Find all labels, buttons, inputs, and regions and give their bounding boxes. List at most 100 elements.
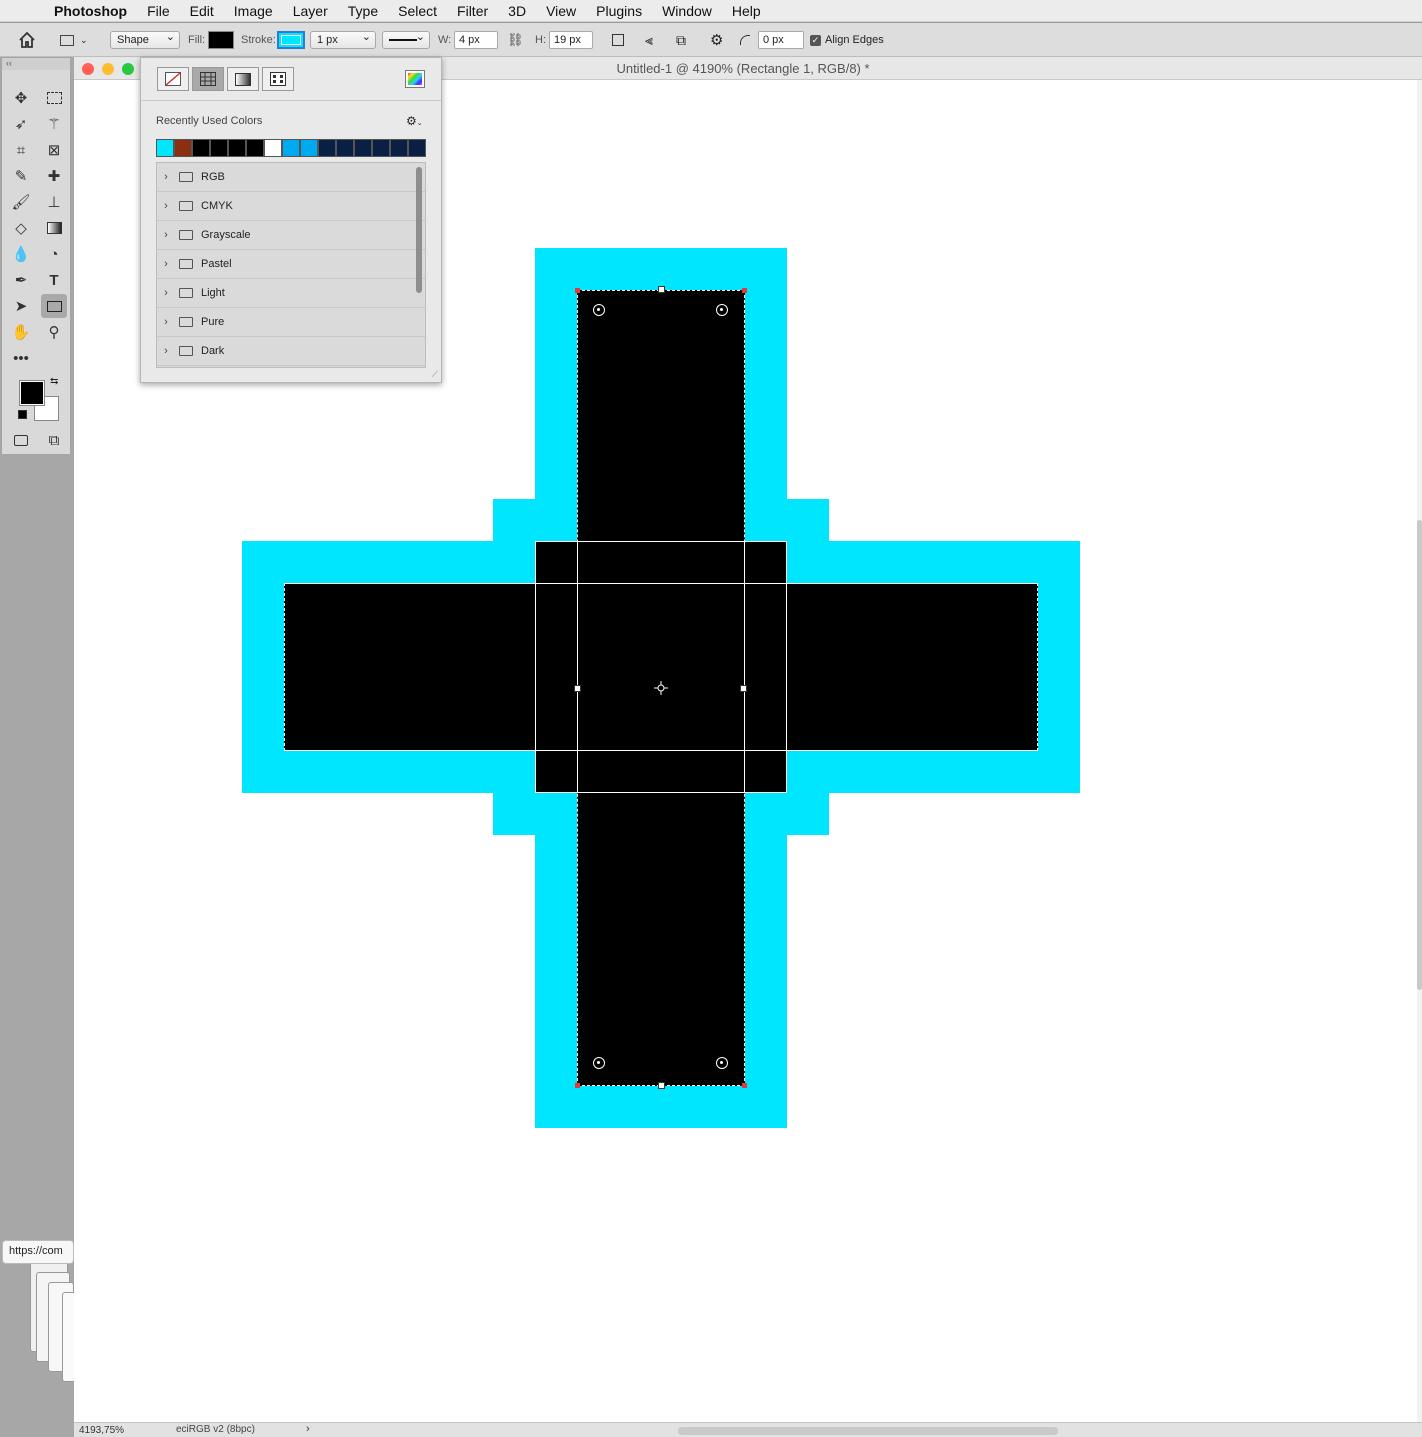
recent-color-swatch[interactable]: [264, 139, 282, 157]
chevron-right-icon[interactable]: ›: [157, 229, 175, 241]
recent-color-swatch[interactable]: [390, 139, 408, 157]
menu-image[interactable]: Image: [234, 3, 273, 19]
corner-anchor[interactable]: [742, 1083, 747, 1088]
move-tool-icon[interactable]: ✥: [8, 86, 34, 110]
swatch-group-rgb[interactable]: › RGB: [157, 163, 425, 192]
path-alignment-icon[interactable]: ⫷: [645, 30, 653, 50]
recent-color-swatch[interactable]: [282, 139, 300, 157]
recent-color-swatch[interactable]: [336, 139, 354, 157]
swatch-group-dark[interactable]: › Dark: [157, 337, 425, 366]
transform-handle-top[interactable]: [658, 286, 665, 293]
width-field[interactable]: 4 px: [454, 31, 498, 49]
tools-panel-header[interactable]: ‹‹: [2, 58, 70, 70]
pen-tool-icon[interactable]: ✒: [8, 268, 34, 292]
link-icon[interactable]: ⛓: [507, 30, 524, 50]
corner-radius-widget[interactable]: [593, 304, 605, 316]
hand-tool-icon[interactable]: ✋: [8, 320, 34, 344]
recent-color-swatch[interactable]: [372, 139, 390, 157]
home-icon[interactable]: [18, 30, 36, 50]
foreground-color-swatch[interactable]: [19, 380, 45, 406]
solid-color-button[interactable]: [192, 67, 224, 91]
chevron-right-icon[interactable]: ›: [157, 200, 175, 212]
stroke-width-field[interactable]: 1 px: [310, 29, 376, 49]
recent-color-swatch[interactable]: [408, 139, 426, 157]
blur-tool-icon[interactable]: 💧: [8, 242, 34, 266]
menu-type[interactable]: Type: [348, 3, 378, 19]
swatch-group-light[interactable]: › Light: [157, 279, 425, 308]
eyedropper-tool-icon[interactable]: ✎: [8, 164, 34, 188]
recent-color-swatch[interactable]: [174, 139, 192, 157]
clone-stamp-tool-icon[interactable]: ⊥: [41, 190, 67, 214]
menu-filter[interactable]: Filter: [457, 3, 488, 19]
corner-radius-widget[interactable]: [716, 304, 728, 316]
align-edges-checkbox[interactable]: ✓ Align Edges: [810, 30, 884, 50]
swatch-list-scrollbar[interactable]: [416, 167, 422, 293]
corner-radius-field[interactable]: 0 px: [758, 31, 804, 49]
type-tool-icon[interactable]: T: [41, 268, 67, 292]
swatch-groups-list[interactable]: › RGB › CMYK › Grayscale › Pastel › Light › Pu…: [156, 162, 426, 368]
tool-preset-picker[interactable]: ⌄: [60, 30, 88, 50]
menu-help[interactable]: Help: [732, 3, 761, 19]
recent-color-swatch[interactable]: [354, 139, 372, 157]
recent-color-swatch[interactable]: [192, 139, 210, 157]
menu-file[interactable]: File: [147, 3, 170, 19]
chevron-right-icon[interactable]: ›: [157, 316, 175, 328]
marquee-tool-icon[interactable]: [41, 86, 67, 110]
healing-brush-tool-icon[interactable]: ✚: [41, 164, 67, 188]
recent-color-swatch[interactable]: [246, 139, 264, 157]
close-button[interactable]: [82, 63, 94, 75]
corner-anchor[interactable]: [742, 288, 747, 293]
vertical-scrollbar[interactable]: [1417, 80, 1422, 1422]
chevron-right-icon[interactable]: ›: [157, 287, 175, 299]
dodge-tool-icon[interactable]: ◔: [41, 242, 67, 266]
zoom-button[interactable]: [122, 63, 134, 75]
menu-layer[interactable]: Layer: [293, 3, 328, 19]
default-colors-icon[interactable]: [18, 410, 27, 419]
swatch-settings-icon[interactable]: ⚙⌄: [406, 114, 423, 128]
recent-color-swatch[interactable]: [156, 139, 174, 157]
frame-tool-icon[interactable]: ⊠: [41, 138, 67, 162]
recent-color-swatch[interactable]: [300, 139, 318, 157]
menu-view[interactable]: View: [546, 3, 576, 19]
swatch-group-cmyk[interactable]: › CMYK: [157, 192, 425, 221]
crop-tool-icon[interactable]: ⌗: [8, 138, 34, 162]
gear-icon[interactable]: ⚙: [710, 30, 723, 50]
chevron-right-icon[interactable]: ›: [157, 171, 175, 183]
path-operations-icon[interactable]: [612, 30, 624, 50]
menu-plugins[interactable]: Plugins: [596, 3, 642, 19]
swatch-group-grayscale[interactable]: › Grayscale: [157, 221, 425, 250]
resize-grip-icon[interactable]: ⟋: [432, 369, 438, 380]
menu-window[interactable]: Window: [662, 3, 712, 19]
stroke-type-select[interactable]: [382, 29, 430, 50]
path-selection-tool-icon[interactable]: ➤: [8, 294, 34, 318]
stroke-swatch[interactable]: [277, 30, 305, 50]
color-profile[interactable]: eciRGB v2 (8bpc): [176, 1424, 255, 1435]
eraser-tool-icon[interactable]: ◇: [8, 216, 34, 240]
gradient-button[interactable]: [227, 67, 259, 91]
corner-anchor[interactable]: [575, 288, 580, 293]
no-color-button[interactable]: [157, 67, 189, 91]
path-arrangement-icon[interactable]: ⧉: [676, 30, 686, 50]
gradient-tool-icon[interactable]: [41, 216, 67, 240]
status-expand-icon[interactable]: ›: [306, 1423, 310, 1435]
rectangle-tool-icon[interactable]: [41, 294, 67, 318]
magic-wand-tool-icon[interactable]: ⚚: [41, 112, 67, 136]
more-tools-icon[interactable]: •••: [8, 346, 34, 370]
quick-mask-icon[interactable]: [8, 428, 34, 452]
lasso-tool-icon[interactable]: ➶: [8, 112, 34, 136]
vertical-scroll-thumb[interactable]: [1417, 520, 1422, 990]
transform-handle-right[interactable]: [740, 685, 747, 692]
recent-color-swatch[interactable]: [228, 139, 246, 157]
zoom-level[interactable]: 4193,75%: [79, 1425, 124, 1436]
zoom-tool-icon[interactable]: ⚲: [41, 320, 67, 344]
swatch-group-pastel[interactable]: › Pastel: [157, 250, 425, 279]
menu-photoshop[interactable]: Photoshop: [54, 3, 127, 19]
chevron-right-icon[interactable]: ›: [157, 345, 175, 357]
chevron-right-icon[interactable]: ›: [157, 258, 175, 270]
brush-tool-icon[interactable]: 🖌: [8, 190, 34, 214]
menu-edit[interactable]: Edit: [190, 3, 214, 19]
swap-colors-icon[interactable]: ⇆: [50, 376, 58, 387]
shape-mode-select[interactable]: Shape: [110, 29, 180, 49]
corner-anchor[interactable]: [575, 1083, 580, 1088]
menu-3d[interactable]: 3D: [508, 3, 526, 19]
